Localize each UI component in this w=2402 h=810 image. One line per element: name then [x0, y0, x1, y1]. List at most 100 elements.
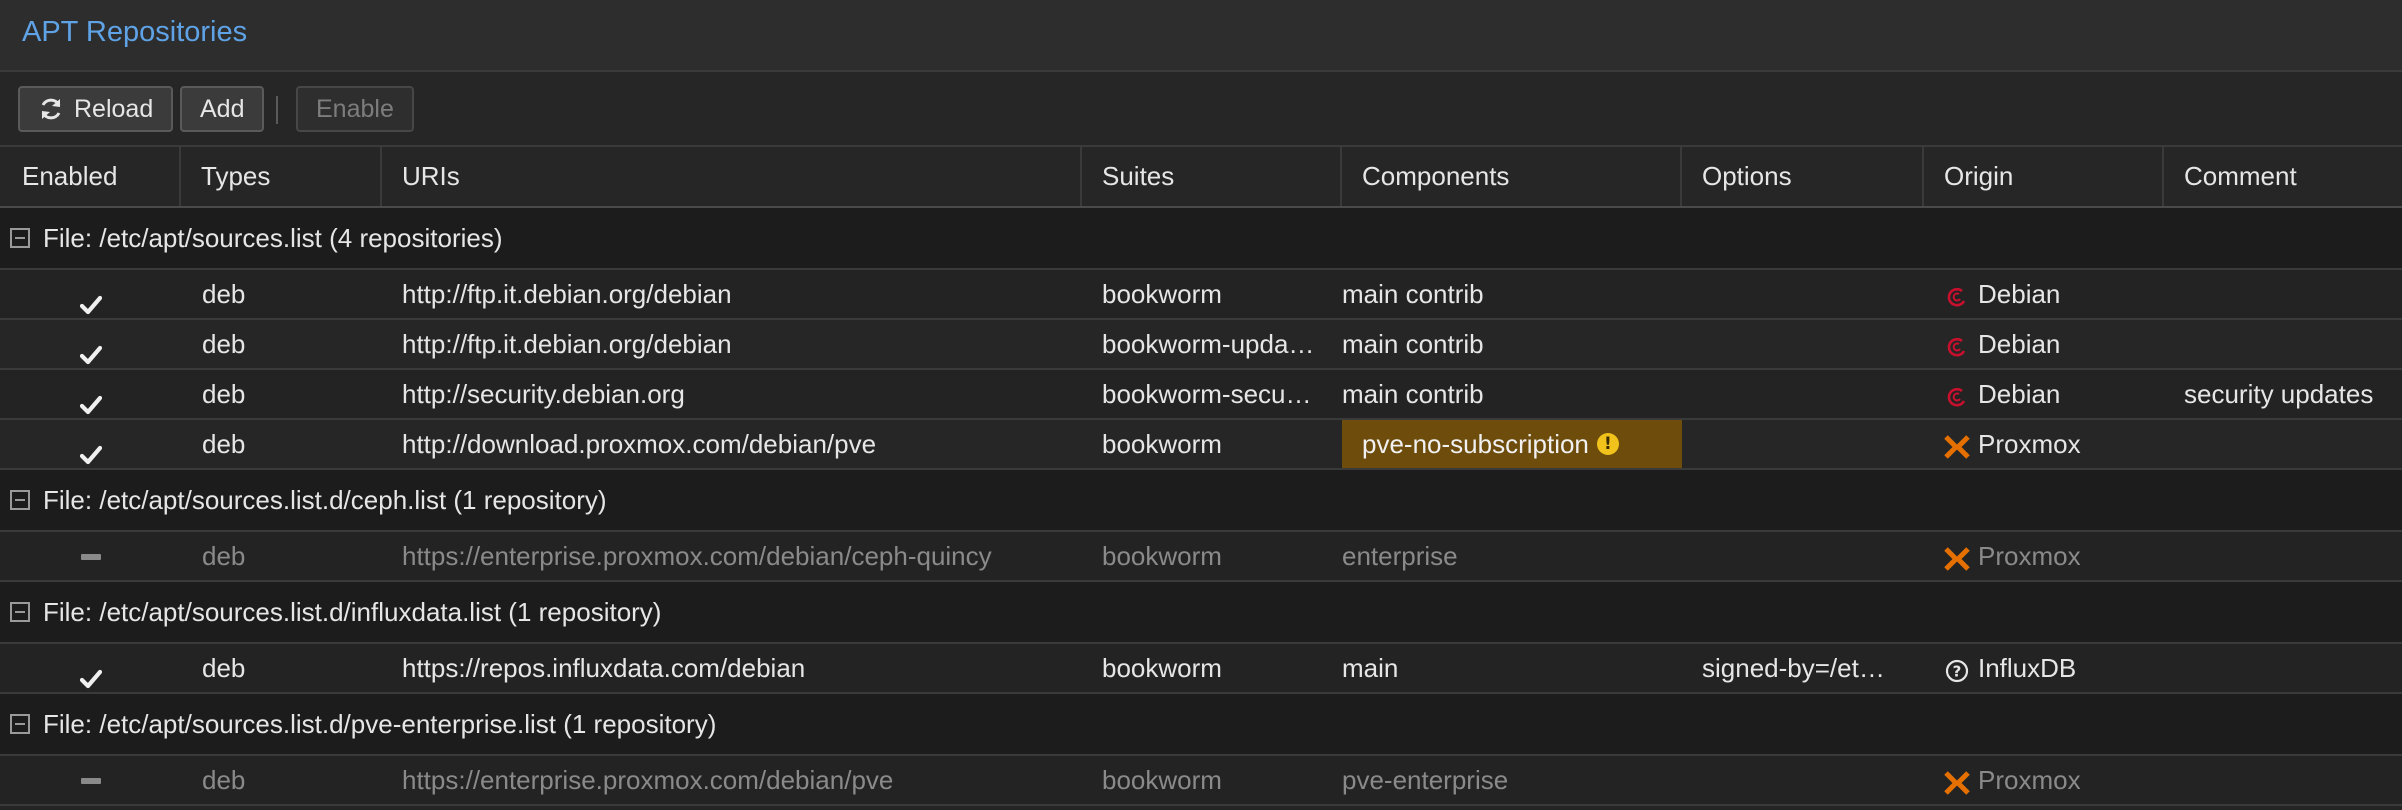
enabled-cell: [0, 756, 180, 804]
group-header-row[interactable]: File: /etc/apt/sources.list.d/ceph.list …: [0, 470, 2402, 532]
reload-button[interactable]: Reload: [18, 86, 174, 132]
toolbar: Reload Add Enable: [0, 72, 2402, 147]
origin-cell: Debian: [1942, 370, 2162, 418]
components-cell: pve-enterprise: [1342, 765, 1509, 795]
uri-cell: http://security.debian.org: [402, 379, 685, 409]
options-cell: signed-by=/et…: [1702, 653, 1885, 683]
type-cell: deb: [202, 429, 246, 459]
comment-cell: [2184, 532, 2402, 580]
options-cell: [1702, 370, 1902, 418]
repository-row[interactable]: deb http://security.debian.org bookworm-se…: [0, 370, 2402, 420]
collapse-icon[interactable]: [10, 490, 30, 510]
components-cell: main contrib: [1342, 279, 1484, 309]
components-cell: main contrib: [1342, 379, 1484, 409]
components-cell: enterprise: [1342, 541, 1458, 571]
origin-cell: ? InfluxDB: [1942, 644, 2162, 692]
column-header-comment[interactable]: Comment: [2164, 147, 2402, 206]
options-cell: [1702, 532, 1902, 580]
comment-cell: [2184, 270, 2402, 318]
group-header-label: File: /etc/apt/sources.list.d/influxdata…: [43, 597, 662, 627]
column-header-options[interactable]: Options: [1682, 147, 1924, 206]
add-button-label: Add: [200, 95, 245, 123]
checkmark-icon: [79, 657, 103, 692]
add-button[interactable]: Add: [180, 86, 265, 132]
dash-icon: [81, 778, 101, 784]
components-label: pve-no-subscription: [1362, 429, 1589, 459]
column-header-types[interactable]: Types: [181, 147, 382, 206]
uri-cell: https://enterprise.proxmox.com/debian/pv…: [402, 765, 894, 795]
column-header-uris[interactable]: URIs: [382, 147, 1082, 206]
type-cell: deb: [202, 765, 246, 795]
repository-row[interactable]: deb http://download.proxmox.com/debian/pv…: [0, 420, 2402, 470]
group-header-row[interactable]: File: /etc/apt/sources.list.d/influxdata…: [0, 582, 2402, 644]
toolbar-separator: [276, 96, 278, 124]
enable-button-label: Enable: [316, 95, 394, 123]
options-cell: [1702, 320, 1902, 368]
group-header-row[interactable]: File: /etc/apt/sources.list (4 repositor…: [0, 208, 2402, 270]
uri-cell: https://repos.influxdata.com/debian: [402, 653, 806, 683]
debian-swirl-icon: [1942, 329, 1972, 359]
options-cell: [1702, 756, 1902, 804]
origin-label: InfluxDB: [1978, 653, 2077, 683]
components-cell-warning: pve-no-subscription!: [1342, 420, 1682, 468]
uri-cell: http://ftp.it.debian.org/debian: [402, 329, 732, 359]
repository-row[interactable]: deb https://enterprise.proxmox.com/debian…: [0, 756, 2402, 806]
comment-cell: [2184, 320, 2402, 368]
collapse-icon[interactable]: [10, 602, 30, 622]
panel-header: APT Repositories: [0, 0, 2402, 72]
question-circle-icon: ?: [1942, 653, 1972, 683]
repository-row[interactable]: deb https://enterprise.proxmox.com/debian…: [0, 532, 2402, 582]
origin-label: Debian: [1978, 379, 2061, 409]
enable-button[interactable]: Enable: [296, 86, 414, 132]
proxmox-x-icon: [1942, 541, 1972, 571]
repository-row[interactable]: deb http://ftp.it.debian.org/debian bookwo…: [0, 320, 2402, 370]
collapse-icon[interactable]: [10, 228, 30, 248]
column-header-components[interactable]: Components: [1342, 147, 1682, 206]
column-headers: Enabled Types URIs Suites Components Opt…: [0, 147, 2402, 208]
origin-label: Proxmox: [1978, 429, 2081, 459]
group-header-label: File: /etc/apt/sources.list.d/pve-enterp…: [43, 709, 717, 739]
suites-cell: bookworm-upda…: [1102, 329, 1315, 359]
type-cell: deb: [202, 541, 246, 571]
column-header-origin[interactable]: Origin: [1924, 147, 2164, 206]
uri-cell: https://enterprise.proxmox.com/debian/ce…: [402, 541, 992, 571]
column-header-suites[interactable]: Suites: [1082, 147, 1342, 206]
type-cell: deb: [202, 653, 246, 683]
collapse-icon[interactable]: [10, 714, 30, 734]
repository-row[interactable]: deb http://ftp.it.debian.org/debian bookwo…: [0, 270, 2402, 320]
options-cell: [1702, 270, 1902, 318]
svg-text:?: ?: [1953, 663, 1962, 681]
type-cell: deb: [202, 329, 246, 359]
suites-cell: bookworm: [1102, 765, 1222, 795]
group-header-label: File: /etc/apt/sources.list.d/ceph.list …: [43, 485, 607, 515]
proxmox-x-icon: [1942, 765, 1972, 795]
origin-label: Debian: [1978, 329, 2061, 359]
proxmox-x-icon: [1942, 429, 1972, 459]
dash-icon: [81, 554, 101, 560]
exclamation-icon: !: [1596, 433, 1619, 455]
checkmark-icon: [79, 383, 103, 418]
reload-button-label: Reload: [74, 95, 154, 123]
suites-cell: bookworm: [1102, 653, 1222, 683]
enabled-cell: [0, 270, 180, 318]
suites-cell: bookworm: [1102, 541, 1222, 571]
repository-row[interactable]: deb https://repos.influxdata.com/debian bo…: [0, 644, 2402, 694]
comment-cell: [2184, 644, 2402, 692]
apt-repositories-panel: APT Repositories Reload Add Enable Enabl…: [0, 0, 2402, 810]
comment-cell: [2184, 420, 2402, 468]
group-header-row[interactable]: File: /etc/apt/sources.list.d/pve-enterp…: [0, 694, 2402, 756]
origin-cell: Proxmox: [1942, 532, 2162, 580]
origin-cell: Proxmox: [1942, 420, 2162, 468]
group-header-label: File: /etc/apt/sources.list (4 repositor…: [43, 223, 503, 253]
column-header-enabled[interactable]: Enabled: [0, 147, 181, 206]
checkmark-icon: [79, 433, 103, 468]
origin-cell: Proxmox: [1942, 756, 2162, 804]
type-cell: deb: [202, 279, 246, 309]
origin-cell: Debian: [1942, 270, 2162, 318]
uri-cell: http://ftp.it.debian.org/debian: [402, 279, 732, 309]
suites-cell: bookworm: [1102, 279, 1222, 309]
enabled-cell: [0, 420, 180, 468]
suites-cell: bookworm-secu…: [1102, 379, 1312, 409]
checkmark-icon: [79, 283, 103, 318]
origin-label: Debian: [1978, 279, 2061, 309]
